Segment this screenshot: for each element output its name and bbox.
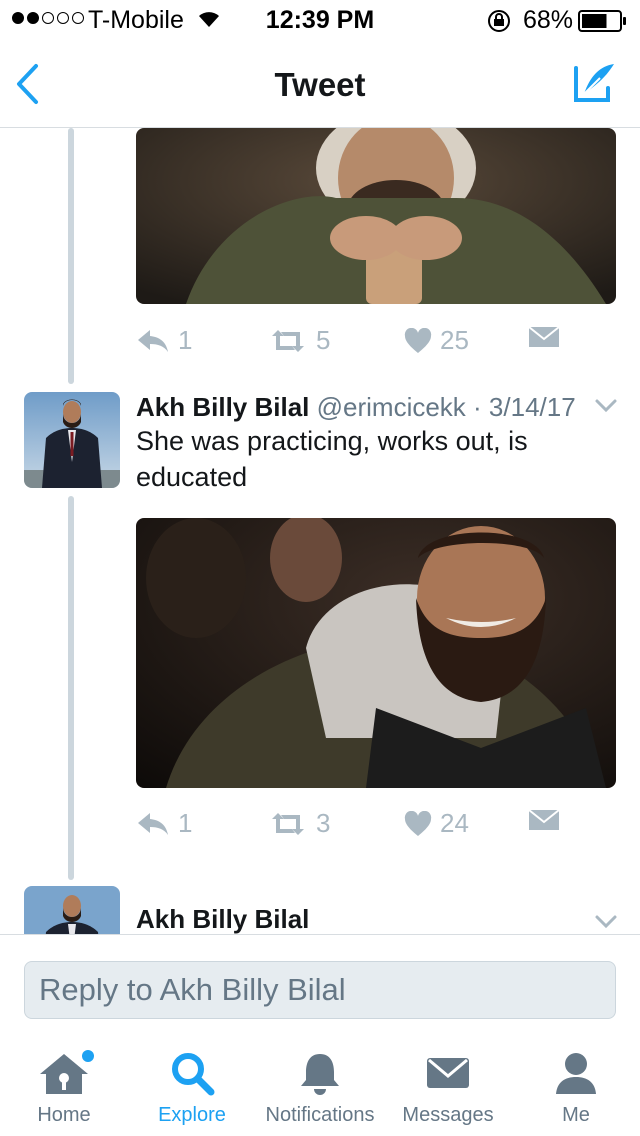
reply-input[interactable]: Reply to Akh Billy Bilal [24, 961, 616, 1019]
tweet-text: She was practicing, works out, is educat… [136, 426, 528, 492]
tweet-media-image[interactable] [136, 128, 616, 304]
chevron-down-icon[interactable] [594, 398, 618, 414]
search-icon [172, 1053, 215, 1096]
tab-explore[interactable]: Explore [128, 1036, 256, 1136]
like-count: 25 [440, 325, 469, 355]
navigation-bar: Tweet [0, 40, 640, 128]
rotation-lock-icon [488, 10, 510, 32]
battery-percent: 68% [523, 6, 574, 34]
tweet-actions: 1 5 25 [136, 325, 616, 365]
like-count: 24 [440, 808, 469, 838]
author-handle[interactable]: @erimcicekk [317, 392, 466, 422]
tweet-actions: 1 3 24 [136, 808, 616, 848]
envelope-icon [528, 326, 560, 347]
like-action[interactable]: 24 [404, 808, 469, 839]
tab-messages[interactable]: Messages [384, 1036, 512, 1136]
reply-action[interactable]: 1 [136, 808, 192, 839]
bell-icon [301, 1054, 339, 1095]
reply-icon [138, 329, 168, 352]
retweet-count: 5 [316, 325, 331, 355]
reply-action[interactable]: 1 [136, 325, 192, 356]
retweet-count: 3 [316, 808, 331, 838]
retweet-action[interactable]: 3 [268, 808, 330, 839]
retweet-action[interactable]: 5 [268, 325, 330, 356]
retweet-icon [272, 329, 304, 352]
tab-label: Explore [158, 1104, 226, 1126]
status-bar: T-Mobile 12:39 PM 68% [0, 0, 640, 40]
heart-icon [404, 810, 432, 836]
author-name[interactable]: Akh Billy Bilal [136, 392, 309, 422]
direct-message-action[interactable] [528, 325, 560, 349]
battery-icon [578, 10, 626, 32]
tab-me[interactable]: Me [512, 1036, 640, 1136]
page-title: Tweet [274, 66, 366, 103]
chevron-down-icon[interactable] [594, 914, 618, 930]
retweet-icon [272, 812, 304, 835]
avatar[interactable] [24, 886, 120, 934]
tweet-date: · 3/14/17 [473, 392, 576, 422]
tweet-header: Akh Billy Bilal [136, 904, 309, 935]
thread-connector-line [68, 496, 74, 880]
heart-icon [404, 327, 432, 353]
reply-icon [138, 812, 168, 835]
tab-home[interactable]: Home [0, 1036, 128, 1136]
like-action[interactable]: 25 [404, 325, 469, 356]
avatar[interactable] [24, 392, 120, 488]
tab-label: Me [562, 1104, 590, 1126]
tab-bar: Home Explore Notifications Messages Me [0, 1036, 640, 1136]
home-icon [40, 1050, 94, 1094]
reply-bar: Reply to Akh Billy Bilal [0, 934, 640, 1036]
author-name[interactable]: Akh Billy Bilal [136, 904, 309, 934]
compose-tweet-icon[interactable] [570, 60, 620, 106]
tab-label: Messages [402, 1104, 494, 1126]
tab-notifications[interactable]: Notifications [256, 1036, 384, 1136]
envelope-icon [528, 809, 560, 830]
direct-message-action[interactable] [528, 808, 560, 832]
thread-connector-line [68, 128, 74, 384]
reply-count: 1 [178, 808, 193, 838]
reply-count: 1 [178, 325, 193, 355]
envelope-icon [427, 1058, 469, 1088]
tab-label: Notifications [265, 1104, 375, 1126]
tweet-header: Akh Billy Bilal @erimcicekk · 3/14/17 [136, 392, 576, 423]
notification-dot [82, 1050, 94, 1062]
person-icon [556, 1053, 596, 1094]
tweet-media-image[interactable] [136, 518, 616, 788]
